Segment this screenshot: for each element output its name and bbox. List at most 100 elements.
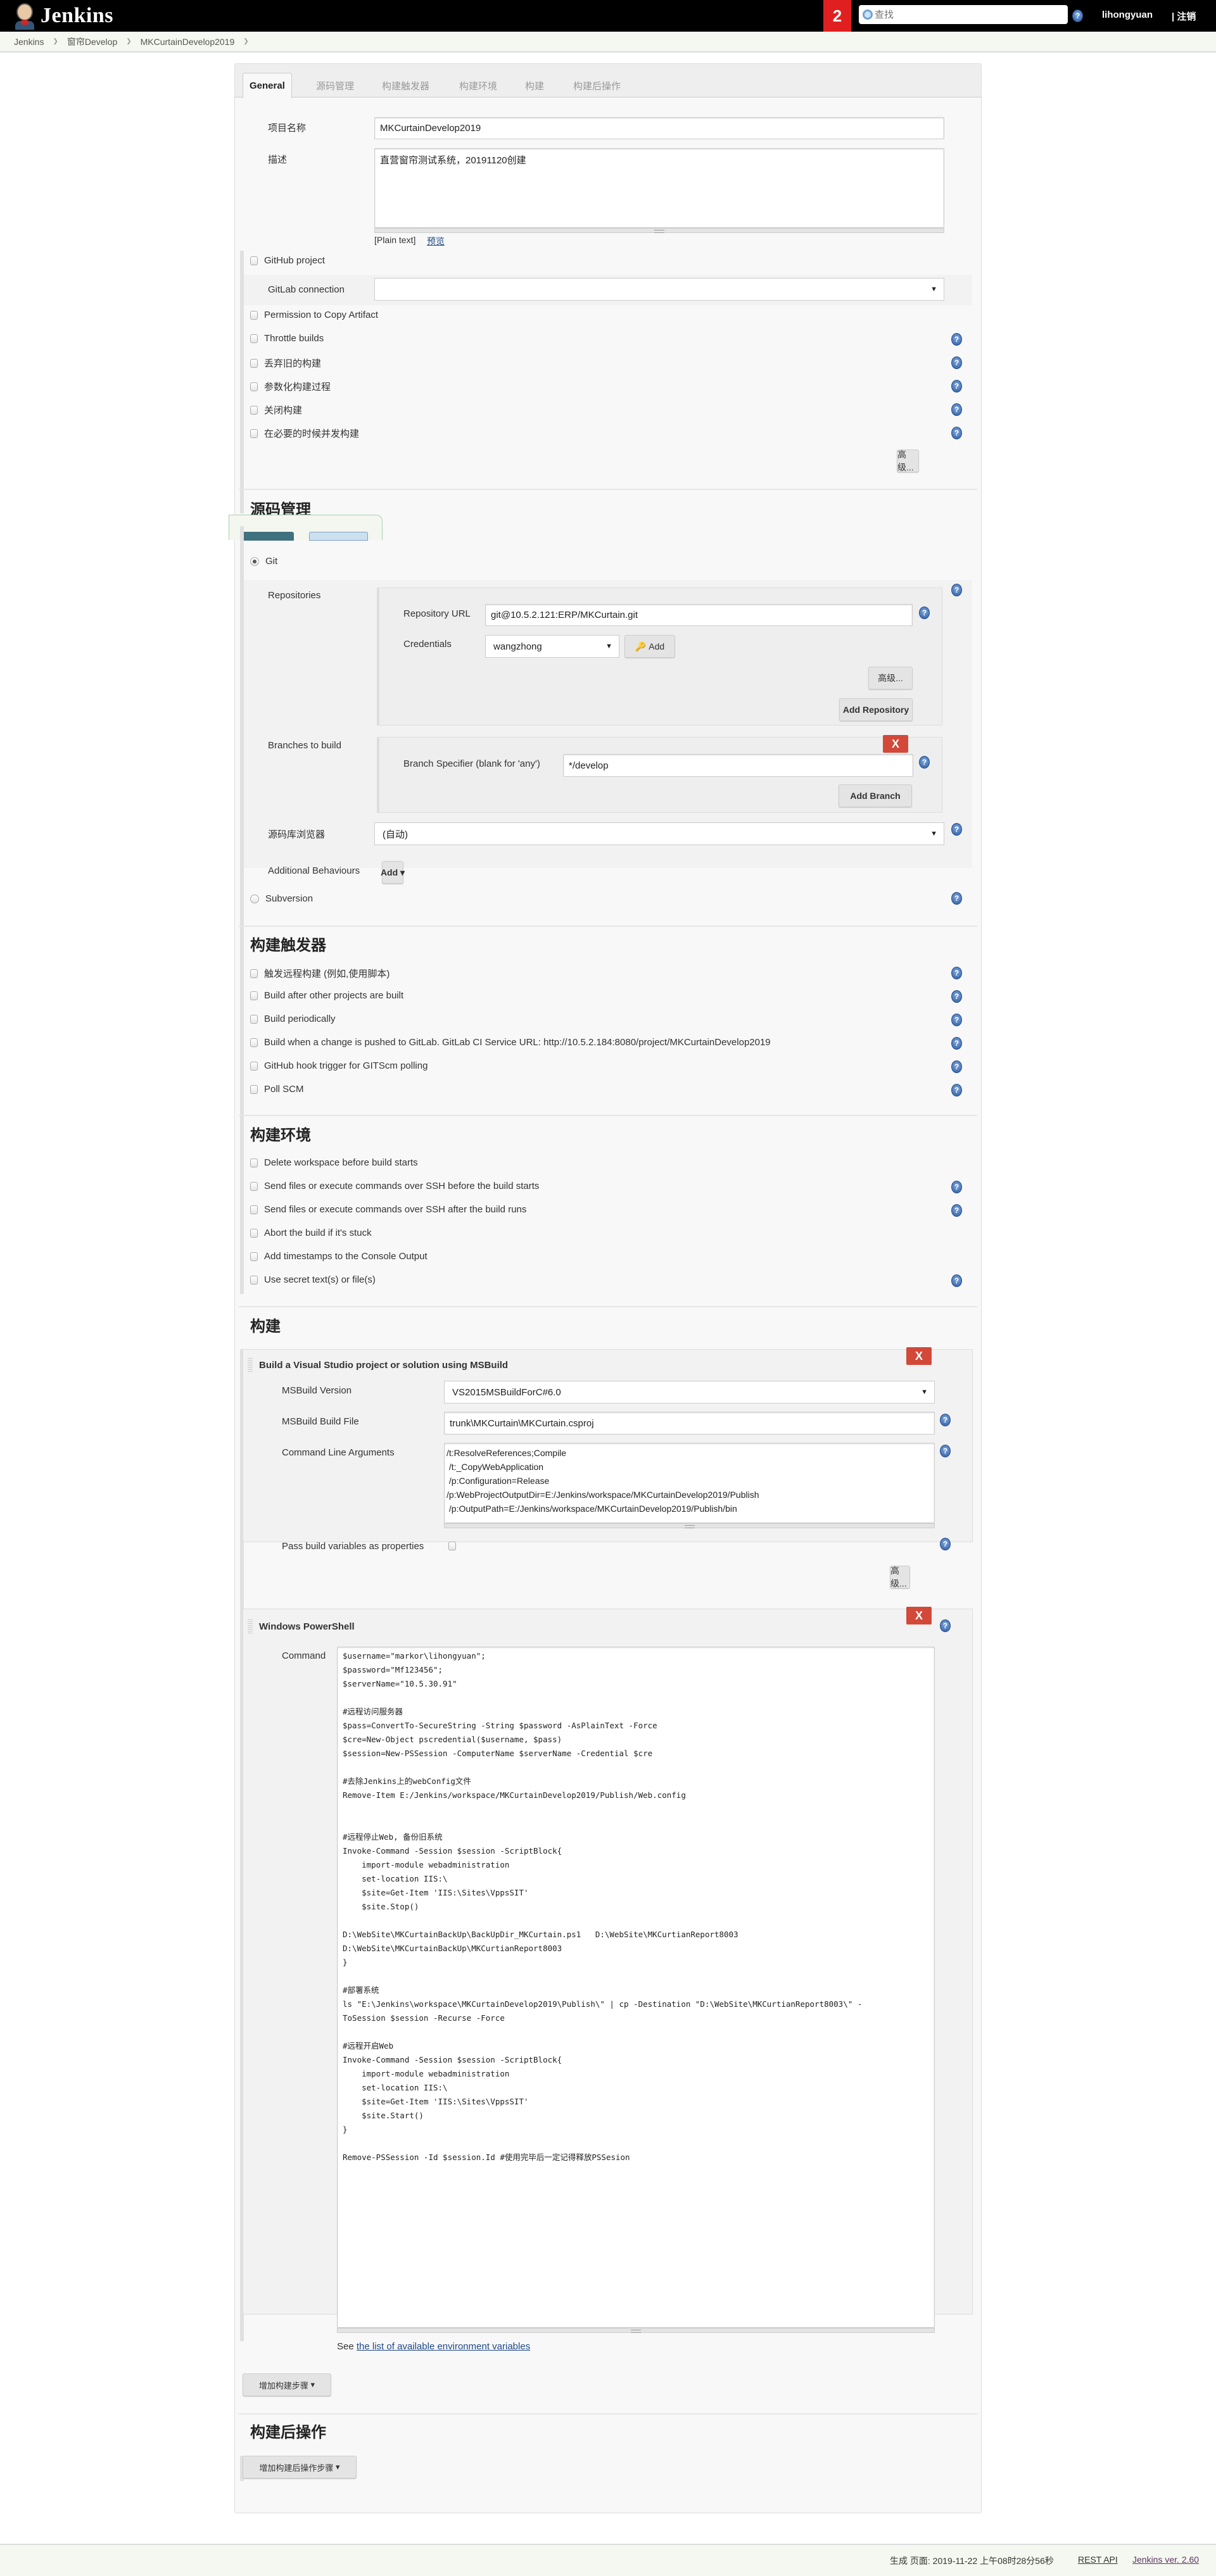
delete-powershell-step-button[interactable]: X	[906, 1607, 932, 1624]
checkbox[interactable]	[250, 382, 258, 391]
checkbox[interactable]	[250, 334, 258, 343]
chevron-right-icon[interactable]: ❯	[53, 38, 58, 45]
checkbox[interactable]	[250, 1158, 258, 1167]
checkbox[interactable]	[250, 429, 258, 438]
search-input[interactable]	[875, 9, 1058, 20]
project-name-input[interactable]: MKCurtainDevelop2019	[374, 117, 944, 139]
chevron-right-icon[interactable]: ❯	[126, 38, 131, 45]
drag-handle-icon[interactable]	[248, 1358, 253, 1372]
help-icon[interactable]: ?	[951, 1181, 962, 1193]
help-icon[interactable]: ?	[940, 1619, 951, 1632]
add-post-build-step-button[interactable]: 增加构建后操作步骤 ▾	[243, 2456, 357, 2479]
trigger-option[interactable]: 触发远程构建 (例如,使用脚本)	[250, 967, 390, 980]
msbuild-file-input[interactable]: trunk\MKCurtain\MKCurtain.csproj	[444, 1412, 935, 1435]
checkbox[interactable]	[250, 1228, 258, 1238]
breadcrumb-folder[interactable]: 窗帘Develop	[67, 35, 117, 48]
option-row[interactable]: Throttle builds	[250, 333, 324, 344]
checkbox[interactable]	[250, 358, 258, 368]
add-branch-button[interactable]: Add Branch	[839, 784, 912, 807]
radio-button[interactable]	[250, 556, 259, 566]
delete-branch-button[interactable]: X	[883, 735, 908, 753]
help-icon[interactable]: ?	[919, 606, 930, 619]
pass-vars-checkbox[interactable]	[448, 1542, 456, 1550]
trigger-option[interactable]: GitHub hook trigger for GITScm polling	[250, 1060, 428, 1071]
env-option[interactable]: Add timestamps to the Console Output	[250, 1251, 428, 1262]
tab-triggers[interactable]: 构建触发器	[376, 73, 436, 98]
repository-url-input[interactable]: git@10.5.2.121:ERP/MKCurtain.git	[485, 604, 913, 626]
tab-environment[interactable]: 构建环境	[453, 73, 504, 98]
tab-scm[interactable]: 源码管理	[310, 73, 360, 98]
help-icon[interactable]: ?	[951, 1037, 962, 1050]
help-icon[interactable]: ?	[1072, 9, 1083, 22]
env-option[interactable]: Send files or execute commands over SSH …	[250, 1181, 539, 1191]
repo-advanced-button[interactable]: 高级...	[868, 667, 913, 689]
preview-link[interactable]: 预览	[427, 235, 445, 248]
help-icon[interactable]: ?	[940, 1414, 951, 1426]
trigger-option[interactable]: Build after other projects are built	[250, 990, 403, 1001]
help-icon[interactable]: ?	[951, 380, 962, 393]
drag-handle-icon[interactable]	[248, 1619, 253, 1633]
help-icon[interactable]: ?	[951, 1014, 962, 1026]
breadcrumb-project[interactable]: MKCurtainDevelop2019	[141, 37, 235, 47]
branch-specifier-input[interactable]: */develop	[563, 754, 913, 777]
breadcrumb-jenkins[interactable]: Jenkins	[14, 37, 44, 47]
option-row[interactable]: 关闭构建	[250, 403, 302, 417]
option-row[interactable]: Permission to Copy Artifact	[250, 310, 378, 320]
tab-build[interactable]: 构建	[519, 73, 550, 98]
notification-badge[interactable]: 2	[823, 0, 851, 32]
trigger-option[interactable]: Build periodically	[250, 1014, 336, 1024]
add-repository-button[interactable]: Add Repository	[839, 698, 913, 721]
option-row[interactable]: 丢弃旧的构建	[250, 356, 321, 370]
help-icon[interactable]: ?	[951, 1060, 962, 1073]
help-icon[interactable]: ?	[951, 823, 962, 836]
search-box[interactable]	[859, 5, 1068, 24]
checkbox[interactable]	[250, 1038, 258, 1047]
help-icon[interactable]: ?	[951, 356, 962, 369]
trigger-option[interactable]: Build when a change is pushed to GitLab.…	[250, 1037, 771, 1048]
msbuild-advanced-button[interactable]: 高级...	[890, 1566, 910, 1588]
help-icon[interactable]: ?	[940, 1538, 951, 1550]
env-option[interactable]: Delete workspace before build starts	[250, 1157, 418, 1168]
jenkins-logo[interactable]: Jenkins	[13, 2, 113, 30]
checkbox[interactable]	[250, 1084, 258, 1094]
additional-behaviours-add-button[interactable]: Add ▾	[381, 861, 405, 884]
gitlab-connection-select[interactable]: ▼	[374, 278, 944, 301]
help-icon[interactable]: ?	[951, 990, 962, 1003]
checkbox[interactable]	[250, 969, 258, 978]
help-icon[interactable]: ?	[951, 427, 962, 439]
rest-api-link[interactable]: REST API	[1078, 2554, 1118, 2565]
tab-general[interactable]: General	[243, 73, 292, 98]
msbuild-version-select[interactable]: VS2015MSBuildForC#6.0 ▼	[444, 1381, 935, 1404]
delete-msbuild-step-button[interactable]: X	[906, 1347, 932, 1365]
scm-option-git[interactable]: Git	[250, 556, 277, 567]
checkbox[interactable]	[250, 1275, 258, 1285]
checkbox[interactable]	[250, 991, 258, 1000]
radio-button[interactable]	[250, 894, 259, 903]
checkbox[interactable]	[250, 256, 258, 265]
help-icon[interactable]: ?	[951, 333, 962, 346]
help-icon[interactable]: ?	[951, 1204, 962, 1217]
option-row[interactable]: 在必要的时候并发构建	[250, 427, 359, 440]
help-icon[interactable]: ?	[951, 584, 962, 596]
option-row[interactable]: 参数化构建过程	[250, 380, 331, 393]
help-icon[interactable]: ?	[951, 403, 962, 416]
env-option[interactable]: Send files or execute commands over SSH …	[250, 1204, 526, 1215]
jenkins-version-link[interactable]: Jenkins ver. 2.60	[1132, 2554, 1199, 2565]
logout-link[interactable]: | 注销	[1172, 9, 1196, 23]
command-line-args-textarea[interactable]: /t:ResolveReferences;Compile /t:_CopyWeb…	[444, 1443, 935, 1523]
help-icon[interactable]: ?	[951, 1274, 962, 1287]
checkbox[interactable]	[250, 1061, 258, 1071]
textarea-resize-handle[interactable]	[337, 2328, 935, 2333]
checkbox[interactable]	[250, 1014, 258, 1024]
checkbox[interactable]	[250, 1252, 258, 1261]
help-icon[interactable]: ?	[951, 1084, 962, 1096]
env-vars-link[interactable]: the list of available environment variab…	[357, 2341, 530, 2352]
advanced-button[interactable]: 高级...	[897, 449, 919, 472]
env-option[interactable]: Use secret text(s) or file(s)	[250, 1274, 376, 1285]
help-icon[interactable]: ?	[951, 967, 962, 979]
add-build-step-button[interactable]: 增加构建步骤 ▾	[243, 2373, 331, 2396]
repository-browser-select[interactable]: (自动) ▼	[374, 822, 944, 845]
checkbox[interactable]	[250, 310, 258, 320]
credentials-select[interactable]: wangzhong ▼	[485, 635, 619, 658]
description-textarea[interactable]: 直营窗帘测试系统，20191120创建	[374, 148, 944, 228]
